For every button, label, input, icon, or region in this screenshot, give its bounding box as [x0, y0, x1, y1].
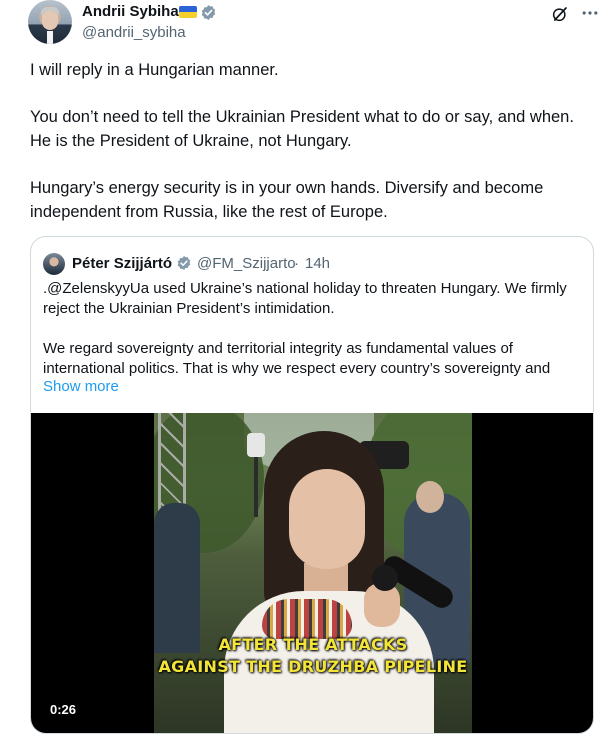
- quoted-author-name: Péter Szijjártó: [72, 255, 173, 272]
- scene-lamp: [247, 433, 265, 457]
- author-avatar[interactable]: [28, 0, 72, 44]
- tweet-paragraph: You don’t need to tell the Ukrainian Pre…: [30, 108, 574, 150]
- quoted-paragraph: We regard sovereignty and territorial in…: [43, 340, 551, 377]
- avatar-shirt: [47, 31, 53, 44]
- scene-background-person: [154, 503, 200, 653]
- quoted-timestamp: 14h: [305, 255, 331, 272]
- tweet-paragraph: I will reply in a Hungarian manner.: [30, 61, 279, 79]
- tweet-text: I will reply in a Hungarian manner. You …: [30, 58, 590, 247]
- more-horizontal-icon[interactable]: [580, 3, 600, 23]
- author-name[interactable]: Andrii Sybiha: [82, 3, 179, 20]
- quoted-author-handle: @FM_Szijjarto: [197, 255, 296, 272]
- verified-badge-icon: [177, 256, 191, 270]
- dot-separator: ·: [294, 255, 299, 272]
- scene-lamp-pole: [254, 457, 258, 517]
- speaker-embroidery: [262, 599, 352, 639]
- show-more-link[interactable]: Show more: [43, 378, 119, 395]
- video-player[interactable]: AFTER THE ATTACKS AGAINST THE DRUZHBA PI…: [31, 413, 593, 733]
- quoted-text: .@ZelenskyyUa used Ukraine’s national ho…: [43, 279, 583, 399]
- video-caption-line: AFTER THE ATTACKS: [218, 635, 408, 654]
- video-caption-line: AGAINST THE DRUZHBA PIPELINE: [158, 657, 468, 676]
- author-handle[interactable]: @andrii_sybiha: [82, 24, 186, 41]
- avatar-face: [42, 11, 58, 30]
- verified-badge-icon: [201, 5, 216, 20]
- ukraine-flag-icon: [179, 6, 197, 18]
- tweet: Andrii Sybiha @andrii_sybiha I will repl…: [0, 0, 614, 749]
- video-frame: AFTER THE ATTACKS AGAINST THE DRUZHBA PI…: [154, 413, 472, 733]
- microphone-head: [372, 565, 398, 591]
- tweet-paragraph: Hungary’s energy security is in your own…: [30, 179, 544, 221]
- video-duration-badge: 0:26: [43, 700, 84, 719]
- flag-yellow-stripe: [179, 12, 197, 18]
- scene-background-head: [416, 481, 444, 513]
- grok-slash-circle-icon[interactable]: [551, 5, 569, 23]
- quoted-paragraph: .@ZelenskyyUa used Ukraine’s national ho…: [43, 280, 567, 317]
- speaker-face: [289, 469, 365, 569]
- quoted-tweet[interactable]: Péter Szijjártó @FM_Szijjarto · 14h .@Ze…: [30, 236, 594, 734]
- quoted-author-avatar: [43, 253, 65, 275]
